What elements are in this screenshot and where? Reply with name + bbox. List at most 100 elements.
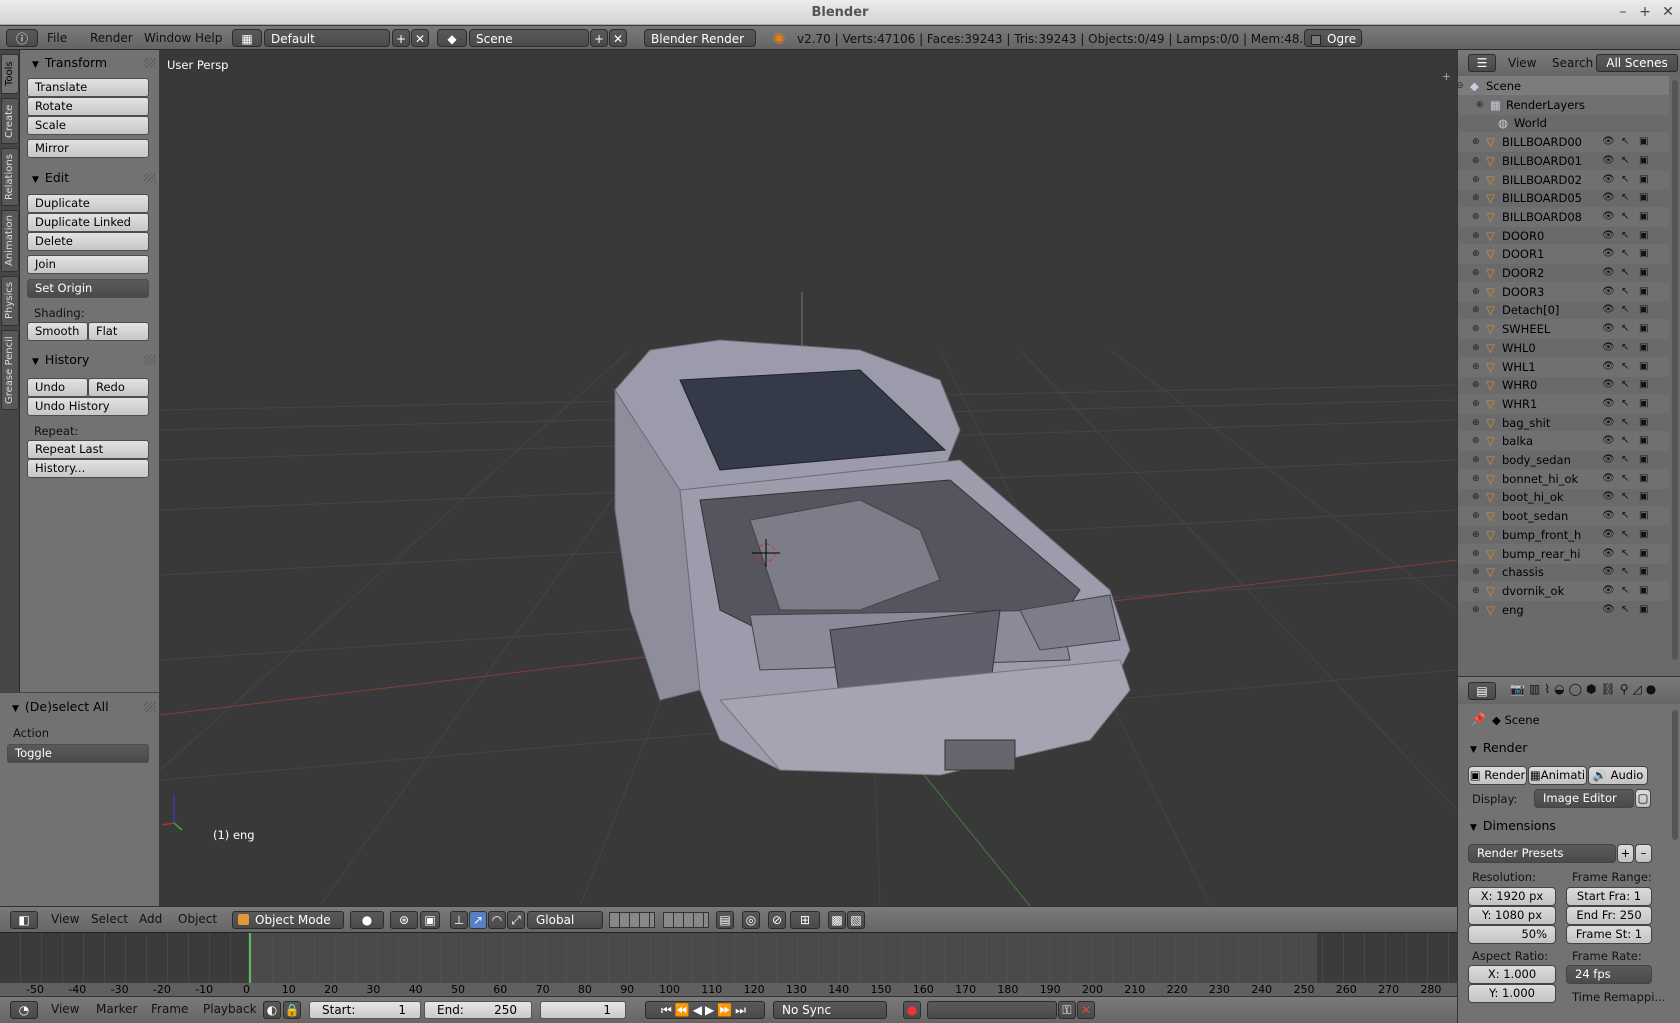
render-camera-icon[interactable]: ▣ [1639,188,1648,208]
cursor-select-icon[interactable]: ↖ [1621,188,1629,208]
tab-physics[interactable]: Physics [1,276,19,326]
cursor-select-icon[interactable]: ↖ [1621,207,1629,227]
timeline-menu-playback[interactable]: Playback [203,1002,257,1016]
ogre-button[interactable]: Ogre [1304,29,1362,47]
cursor-select-icon[interactable]: ↖ [1621,506,1629,526]
render-camera-icon[interactable]: ▣ [1639,263,1648,283]
eye-icon[interactable]: 👁 [1602,469,1615,489]
translate-manipulator-icon[interactable]: ↗ [469,911,487,929]
duplicate-linked-button[interactable]: Duplicate Linked [27,213,149,232]
outliner[interactable]: ⊖◆Scene⊕▦RenderLayers◍World⊕▽BILLBOARD00… [1457,76,1680,676]
render-camera-icon[interactable]: ▣ [1639,544,1648,564]
render-camera-icon[interactable]: ▣ [1639,319,1648,339]
proportional-edit-icon[interactable]: ◎ [742,911,760,929]
expand-toggle-icon[interactable]: ⊖ [1458,76,1464,96]
expand-toggle-icon[interactable]: ⊕ [1472,282,1480,302]
outliner-object-row[interactable]: ⊕ ▽ body_sedan 👁 ↖ ▣ [1458,450,1669,470]
eye-icon[interactable]: 👁 [1602,431,1615,451]
expand-toggle-icon[interactable]: ⊕ [1472,300,1480,320]
tab-create[interactable]: Create [1,98,19,144]
cursor-select-icon[interactable]: ↖ [1621,450,1629,470]
transform-panel-header[interactable]: Transform [20,53,160,73]
expand-toggle-icon[interactable]: ⊕ [1472,581,1480,601]
outliner-object-row[interactable]: ⊕ ▽ WHL1 👁 ↖ ▣ [1458,356,1669,377]
pivot-point-icon[interactable]: ⊛ [390,911,418,929]
set-origin-dropdown[interactable]: Set Origin [27,279,149,298]
close-window-button[interactable]: ✕ [1658,0,1678,25]
expand-toggle-icon[interactable]: ⊕ [1472,170,1480,190]
render-camera-icon[interactable]: ▣ [1639,469,1648,489]
eye-icon[interactable]: 👁 [1602,151,1615,171]
viewport-corner-plus-icon[interactable]: + [1442,70,1451,83]
render-camera-icon[interactable]: ▣ [1639,375,1648,395]
expand-toggle-icon[interactable]: ⊕ [1472,151,1480,171]
start-frame-prop-field[interactable]: Start Fra: 1 [1566,887,1652,906]
manipulator-icon[interactable]: ⊥ [450,911,468,929]
expand-toggle-icon[interactable]: ⊕ [1472,450,1480,470]
operator-panel-header[interactable]: (De)select All [0,697,160,717]
eye-icon[interactable]: 👁 [1602,170,1615,190]
eye-icon[interactable]: 👁 [1602,319,1615,339]
outliner-object-row[interactable]: ⊕ ▽ SWHEEL 👁 ↖ ▣ [1458,319,1669,340]
render-camera-icon[interactable]: ▣ [1639,581,1648,601]
render-camera-icon[interactable]: ▣ [1639,170,1648,190]
insert-keyframe-icon[interactable]: ⚿ [1058,1001,1076,1019]
expand-toggle-icon[interactable]: ⊕ [1472,188,1480,208]
smooth-button[interactable]: Smooth [27,322,88,341]
panel-grip-icon[interactable] [144,58,156,68]
eye-icon[interactable]: 👁 [1602,338,1615,358]
render-camera-icon[interactable]: ▣ [1639,207,1648,227]
menu-render[interactable]: Render [90,31,133,45]
outliner-object-row[interactable]: ⊕ ▽ WHR1 👁 ↖ ▣ [1458,393,1669,414]
outliner-object-row[interactable]: ⊕ ▽ WHL0 👁 ↖ ▣ [1458,338,1669,358]
render-panel-header[interactable]: Render [1458,738,1668,758]
timeline-editor-type-icon[interactable]: ◔ [10,1001,38,1019]
layout-field[interactable]: Default [264,29,390,47]
eye-icon[interactable]: 👁 [1602,544,1615,564]
eye-icon[interactable]: 👁 [1602,562,1615,582]
outliner-object-row[interactable]: ⊕ ▽ BILLBOARD02 👁 ↖ ▣ [1458,169,1669,190]
frame-step-field[interactable]: Frame St: 1 [1566,925,1652,944]
menu-view[interactable]: View [51,912,79,926]
eye-icon[interactable]: 👁 [1602,282,1615,302]
outliner-scene-row[interactable]: ⊖ ◆ Scene [1458,76,1669,96]
outliner-object-row[interactable]: ⊕ ▽ balka 👁 ↖ ▣ [1458,431,1669,452]
render-camera-icon[interactable]: ▣ [1639,151,1648,171]
menu-file[interactable]: File [47,31,67,45]
cursor-select-icon[interactable]: ↖ [1621,319,1629,339]
timeline-menu-frame[interactable]: Frame [151,1002,188,1016]
outliner-object-row[interactable]: ⊕ ▽ BILLBOARD05 👁 ↖ ▣ [1458,188,1669,208]
join-button[interactable]: Join [27,255,149,274]
eye-icon[interactable]: 👁 [1602,394,1615,414]
outliner-object-row[interactable]: ⊕ ▽ BILLBOARD08 👁 ↖ ▣ [1458,206,1669,227]
aspect-x-field[interactable]: X: 1.000 [1468,965,1556,984]
delete-button[interactable]: Delete [27,232,149,251]
cursor-select-icon[interactable]: ↖ [1621,226,1629,246]
sync-dropdown[interactable]: No Sync [773,1001,887,1019]
eye-icon[interactable]: 👁 [1602,357,1615,377]
eye-icon[interactable]: 👁 [1602,207,1615,227]
undo-history-button[interactable]: Undo History [27,397,149,416]
cursor-select-icon[interactable]: ↖ [1621,562,1629,582]
dimensions-panel-header[interactable]: Dimensions [1458,816,1668,836]
expand-toggle-icon[interactable]: ⊕ [1472,544,1480,564]
lock-range-icon[interactable]: 🔒 [283,1001,301,1019]
cursor-select-icon[interactable]: ↖ [1621,581,1629,601]
menu-select[interactable]: Select [91,912,128,926]
translate-button[interactable]: Translate [27,78,149,97]
properties-scrollbar[interactable] [1672,710,1678,840]
outliner-object-row[interactable]: ⊕ ▽ boot_hi_ok 👁 ↖ ▣ [1458,487,1669,507]
expand-toggle-icon[interactable]: ⊕ [1476,95,1484,115]
render-camera-icon[interactable]: ▣ [1639,132,1648,152]
panel-grip-icon[interactable] [144,702,156,712]
outliner-filter-dropdown[interactable]: All Scenes [1596,54,1678,72]
preview-range-icon[interactable]: ◐ [263,1001,281,1019]
expand-toggle-icon[interactable]: ⊕ [1472,525,1480,545]
redo-button[interactable]: Redo [88,378,149,397]
eye-icon[interactable]: 👁 [1602,226,1615,246]
menu-window[interactable]: Window [144,31,191,45]
cursor-select-icon[interactable]: ↖ [1621,525,1629,545]
expand-toggle-icon[interactable]: ⊕ [1472,375,1480,395]
scene-field[interactable]: Scene [469,29,589,47]
history-panel-header[interactable]: History [20,350,160,370]
